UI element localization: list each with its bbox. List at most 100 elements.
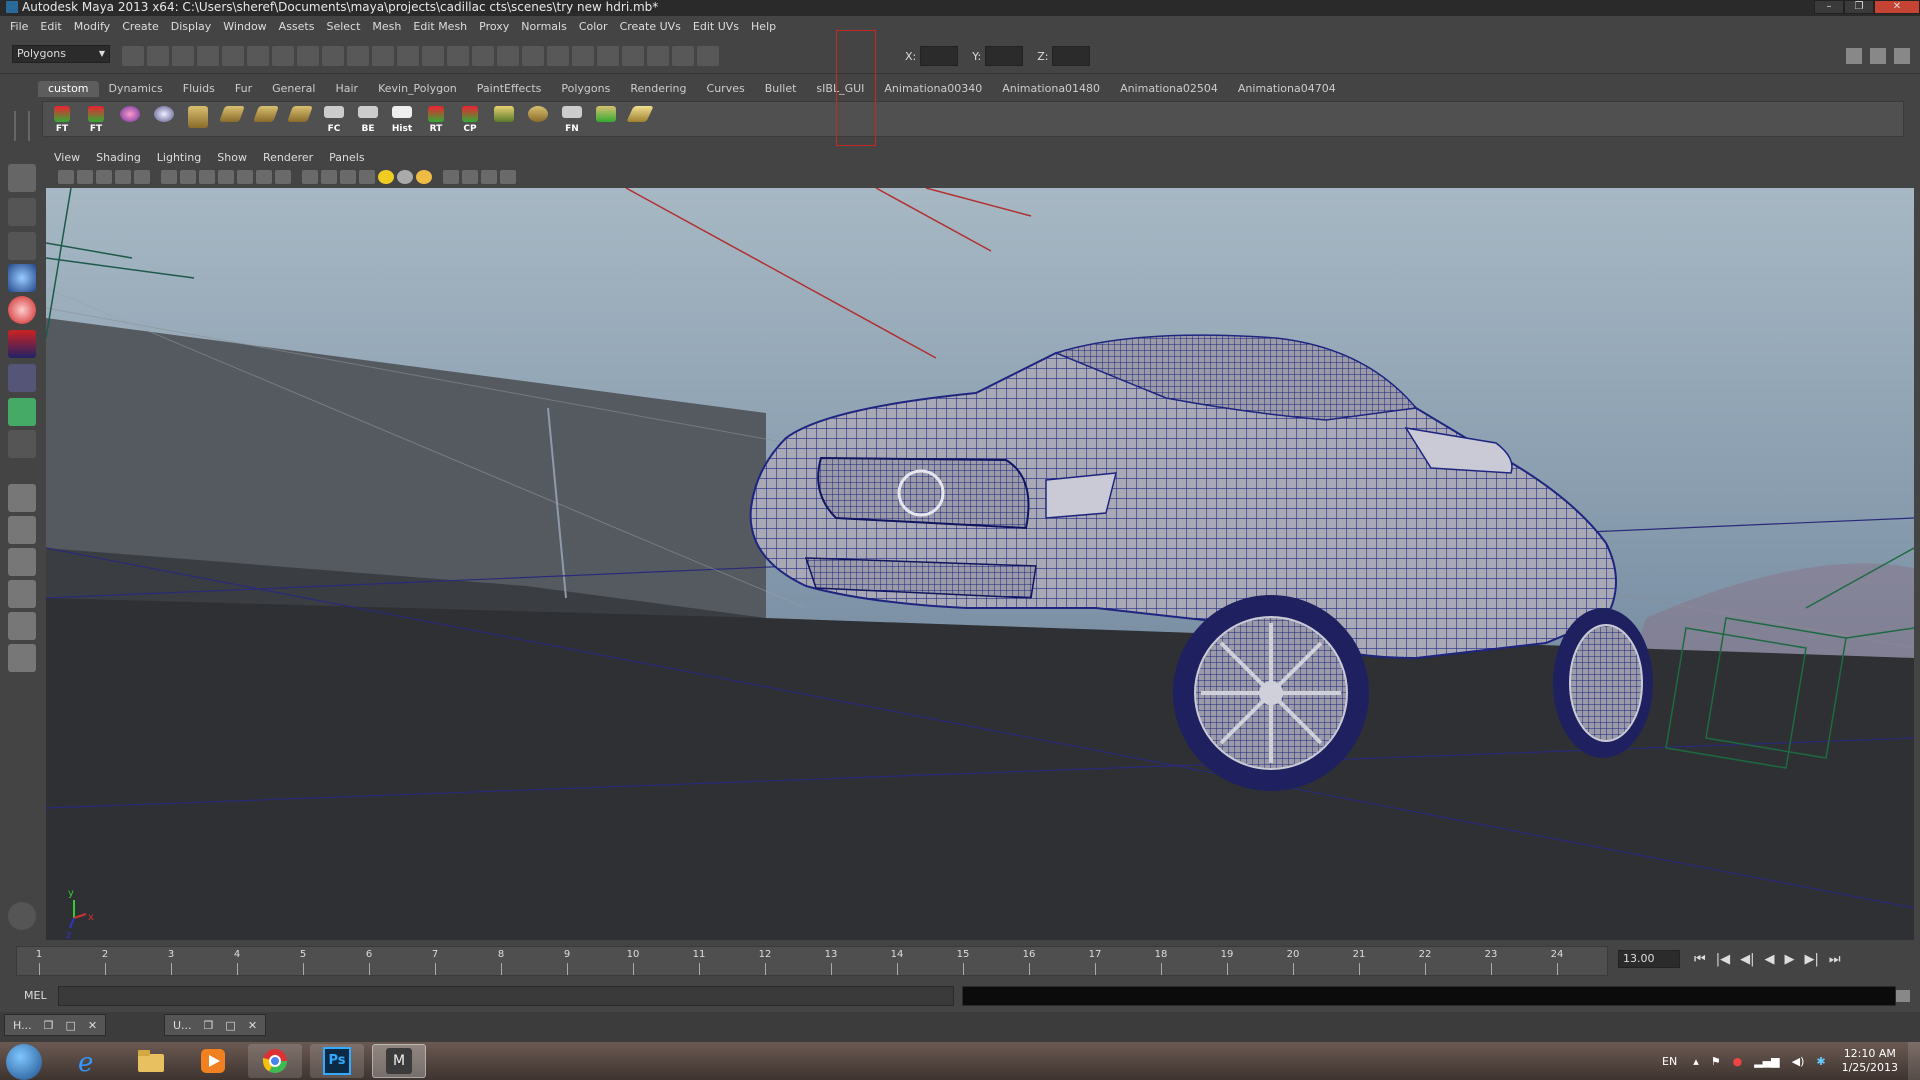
fc-tool-icon[interactable]: FC [319,104,349,134]
safe-action-icon[interactable] [256,170,272,184]
shelf-tab-bullet[interactable]: Bullet [755,81,807,97]
open-scene-icon[interactable] [147,46,169,66]
menu-set-select[interactable]: Polygons ▼ [12,45,110,63]
menu-mesh[interactable]: Mesh [366,18,407,36]
batch-render-icon[interactable] [622,46,644,66]
bluetooth-icon[interactable]: ✱ [1810,1055,1831,1068]
snap-grid-icon[interactable] [272,46,294,66]
film-gate-icon[interactable] [180,170,196,184]
resolution-gate-icon[interactable] [199,170,215,184]
channel-box-toggle-icon[interactable] [1894,48,1910,64]
xray-icon[interactable] [462,170,478,184]
smooth-shade-icon[interactable] [321,170,337,184]
show-desktop-button[interactable] [1908,1042,1920,1080]
gate-mask-icon[interactable] [218,170,234,184]
camera-attributes-icon[interactable] [77,170,93,184]
taskbar-chrome-icon[interactable] [248,1044,302,1078]
perspective-viewport[interactable]: y x z [46,188,1914,940]
be-tool-icon[interactable]: BE [353,104,383,134]
shelf-tab-general[interactable]: General [262,81,325,97]
script-editor-icon[interactable] [8,902,36,930]
shelf-tab-animationa01480[interactable]: Animationa01480 [992,81,1110,97]
shelf-tab-polygons[interactable]: Polygons [551,81,620,97]
taskbar-photoshop-icon[interactable]: Ps [310,1044,364,1078]
current-frame-field[interactable]: 13.00 [1618,950,1680,968]
play-forward-button[interactable]: ▶ [1784,952,1794,967]
plane-grid-3-icon[interactable] [285,104,315,134]
menu-modify[interactable]: Modify [68,18,116,36]
menu-edit[interactable]: Edit [34,18,67,36]
menu-edit-uvs[interactable]: Edit UVs [687,18,745,36]
network-icon[interactable]: ▂▄▆ [1748,1055,1785,1068]
menu-create-uvs[interactable]: Create UVs [614,18,687,36]
shelf-tab-dynamics[interactable]: Dynamics [99,81,173,97]
snap-point-icon[interactable] [322,46,344,66]
step-back-key-button[interactable]: |◀ [1716,952,1730,967]
select-object-icon[interactable] [222,46,244,66]
graph-layout-icon[interactable] [8,612,36,640]
ipr-render-icon[interactable] [522,46,544,66]
tray-expand-icon[interactable]: ▴ [1687,1055,1705,1068]
camera-select-icon[interactable] [58,170,74,184]
maximize-icon[interactable]: □ [65,1019,75,1032]
menu-create[interactable]: Create [116,18,165,36]
menu-select[interactable]: Select [320,18,366,36]
2d-pan-zoom-icon[interactable] [134,170,150,184]
panel-menu-panels[interactable]: Panels [321,150,372,166]
transform-arrows-icon[interactable] [591,104,621,134]
mel-input-field[interactable] [58,986,954,1006]
shadows-icon[interactable] [416,170,432,184]
volume-icon[interactable]: ◀) [1786,1055,1811,1068]
sphere-grid-icon[interactable] [523,104,553,134]
paint-plane-icon[interactable] [625,104,655,134]
history-icon[interactable] [397,46,419,66]
wireframe-on-shaded-icon[interactable] [340,170,356,184]
mel-label[interactable]: MEL [24,989,47,1002]
z-field[interactable] [1052,46,1091,66]
select-hierarchy-icon[interactable] [197,46,219,66]
panel-menu-renderer[interactable]: Renderer [255,150,321,166]
script-editor-button-icon[interactable] [1896,990,1910,1002]
shelf-tab-painteffects[interactable]: PaintEffects [467,81,552,97]
restore-icon[interactable]: ❐ [204,1019,214,1032]
start-button-icon[interactable] [6,1044,42,1080]
maximize-button[interactable]: ❐ [1844,0,1874,14]
minimized-window-hypershade[interactable]: H... ❐ □ ✕ [4,1014,107,1036]
taskbar-maya-icon[interactable]: M [372,1044,426,1078]
close-button[interactable]: ✕ [1874,0,1920,14]
shelf-tab-custom[interactable]: custom [38,81,99,97]
snap-curve-icon[interactable] [297,46,319,66]
default-light-icon[interactable] [378,170,394,184]
material-sphere-icon[interactable] [149,104,179,134]
close-icon[interactable]: ✕ [88,1019,97,1032]
transform-icon[interactable] [697,46,719,66]
hypershade-icon[interactable] [572,46,594,66]
field-chart-icon[interactable] [237,170,253,184]
panel-menu-shading[interactable]: Shading [88,150,149,166]
menu-help[interactable]: Help [745,18,782,36]
lock-icon[interactable] [447,46,469,66]
shelf-tab-curves[interactable]: Curves [697,81,755,97]
shelf-tab-animationa02504[interactable]: Animationa02504 [1110,81,1228,97]
single-pane-layout-icon[interactable] [8,484,36,512]
clock[interactable]: 12:10 AM 1/25/2013 [1832,1047,1908,1075]
textured-icon[interactable] [359,170,375,184]
safe-title-icon[interactable] [275,170,291,184]
material-spheres-icon[interactable] [115,104,145,134]
new-scene-icon[interactable] [122,46,144,66]
shelf-tab-fluids[interactable]: Fluids [173,81,225,97]
shelf-tab-animationa00340[interactable]: Animationa00340 [874,81,992,97]
wireframe-icon[interactable] [302,170,318,184]
shelf-tab-rendering[interactable]: Rendering [620,81,696,97]
taskbar-internet-explorer-icon[interactable]: e [62,1044,116,1078]
panel-menu-lighting[interactable]: Lighting [149,150,209,166]
graph-icon[interactable] [597,46,619,66]
maximize-icon[interactable]: □ [225,1019,235,1032]
snapshot-icon[interactable] [672,46,694,66]
cylinder-icon[interactable] [183,104,213,134]
go-to-start-button[interactable]: ⏮ [1694,952,1706,967]
freeze-transforms-2-icon[interactable]: FT [81,104,111,134]
taskbar-explorer-icon[interactable] [124,1044,178,1078]
menu-display[interactable]: Display [165,18,218,36]
all-lights-icon[interactable] [397,170,413,184]
